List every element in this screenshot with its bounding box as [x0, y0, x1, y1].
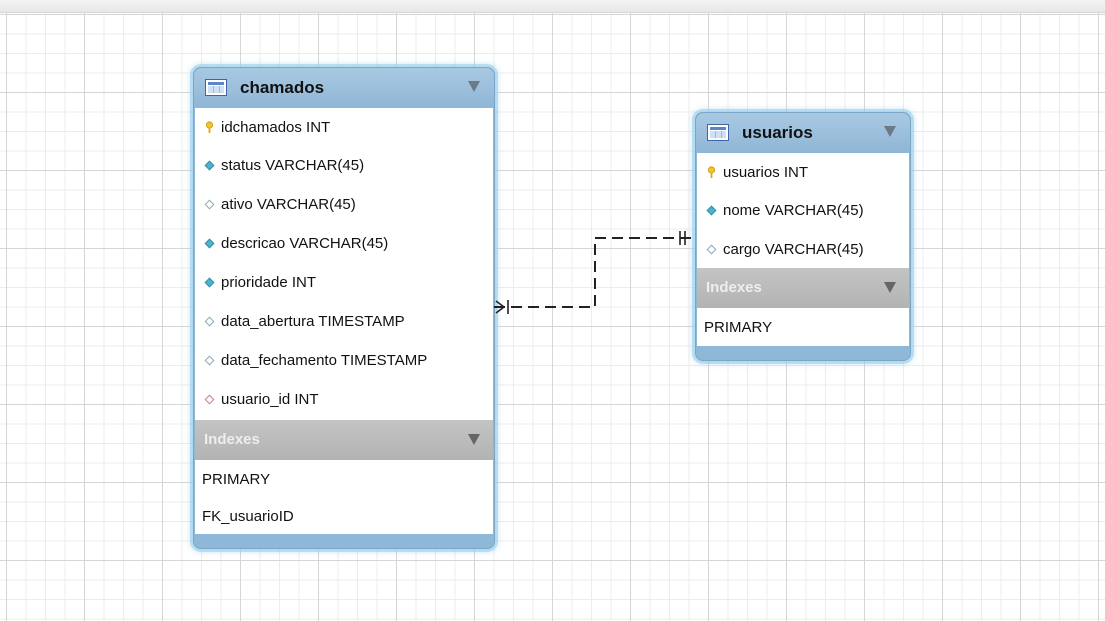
table-chamados[interactable]: chamados idchamados INT status VARCHAR(4… — [193, 67, 495, 549]
column-label: descricao VARCHAR(45) — [221, 234, 389, 252]
collapse-arrow-icon[interactable] — [468, 81, 480, 92]
indexes-title: Indexes — [706, 279, 762, 296]
column-label: usuario_id INT — [221, 390, 319, 408]
collapse-arrow-icon[interactable] — [884, 126, 896, 137]
indexes-section-header[interactable]: Indexes — [195, 420, 493, 460]
column-label: status VARCHAR(45) — [221, 156, 365, 174]
table-usuarios[interactable]: usuarios usuarios INT nome VARCHAR(45) c… — [695, 112, 911, 361]
column-row[interactable]: ativo VARCHAR(45) — [195, 185, 493, 223]
diagram-canvas[interactable] — [0, 0, 1105, 621]
table-chamados-indexes: PRIMARY FK_usuarioID — [195, 460, 493, 534]
column-row[interactable]: usuarios INT — [697, 153, 909, 191]
nullable-column-icon — [204, 316, 215, 326]
table-chamados-columns: idchamados INT status VARCHAR(45) ativo … — [195, 108, 493, 420]
column-row[interactable]: descricao VARCHAR(45) — [195, 224, 493, 262]
column-row[interactable]: status VARCHAR(45) — [195, 146, 493, 184]
primary-key-icon — [707, 165, 716, 178]
table-chamados-header[interactable]: chamados — [194, 68, 494, 108]
table-usuarios-indexes: PRIMARY — [697, 308, 909, 346]
column-label: usuarios INT — [723, 163, 809, 181]
column-row[interactable]: data_abertura TIMESTAMP — [195, 302, 493, 340]
table-icon — [205, 79, 227, 96]
index-row[interactable]: PRIMARY — [195, 460, 493, 498]
column-row[interactable]: prioridade INT — [195, 263, 493, 301]
nullable-column-icon — [706, 244, 717, 254]
not-null-column-icon — [204, 160, 215, 170]
foreign-key-column-icon — [204, 394, 215, 404]
table-icon — [707, 124, 729, 141]
collapse-arrow-icon[interactable] — [468, 434, 480, 445]
collapse-arrow-icon[interactable] — [884, 282, 896, 293]
column-row[interactable]: nome VARCHAR(45) — [697, 191, 909, 229]
table-usuarios-title: usuarios — [742, 123, 813, 142]
table-usuarios-header[interactable]: usuarios — [696, 113, 910, 153]
column-row[interactable]: cargo VARCHAR(45) — [697, 230, 909, 268]
not-null-column-icon — [706, 205, 717, 215]
not-null-column-icon — [204, 277, 215, 287]
index-label: PRIMARY — [704, 318, 773, 336]
column-label: cargo VARCHAR(45) — [723, 240, 864, 258]
index-label: PRIMARY — [202, 470, 271, 488]
indexes-title: Indexes — [204, 431, 260, 448]
index-row[interactable]: FK_usuarioID — [195, 497, 493, 535]
primary-key-icon — [205, 120, 214, 133]
column-row[interactable]: usuario_id INT — [195, 380, 493, 418]
column-label: data_abertura TIMESTAMP — [221, 312, 405, 330]
nullable-column-icon — [204, 199, 215, 209]
column-label: nome VARCHAR(45) — [723, 201, 864, 219]
column-row[interactable]: data_fechamento TIMESTAMP — [195, 341, 493, 379]
column-label: prioridade INT — [221, 273, 317, 291]
nullable-column-icon — [204, 355, 215, 365]
canvas-top-edge — [0, 0, 1105, 13]
column-label: idchamados INT — [221, 118, 331, 136]
table-chamados-title: chamados — [240, 78, 325, 97]
index-label: FK_usuarioID — [202, 507, 294, 525]
not-null-column-icon — [204, 238, 215, 248]
index-row[interactable]: PRIMARY — [697, 308, 909, 346]
column-label: data_fechamento TIMESTAMP — [221, 351, 428, 369]
table-usuarios-columns: usuarios INT nome VARCHAR(45) cargo VARC… — [697, 153, 909, 268]
column-label: ativo VARCHAR(45) — [221, 195, 356, 213]
indexes-section-header[interactable]: Indexes — [697, 268, 909, 308]
column-row[interactable]: idchamados INT — [195, 108, 493, 146]
